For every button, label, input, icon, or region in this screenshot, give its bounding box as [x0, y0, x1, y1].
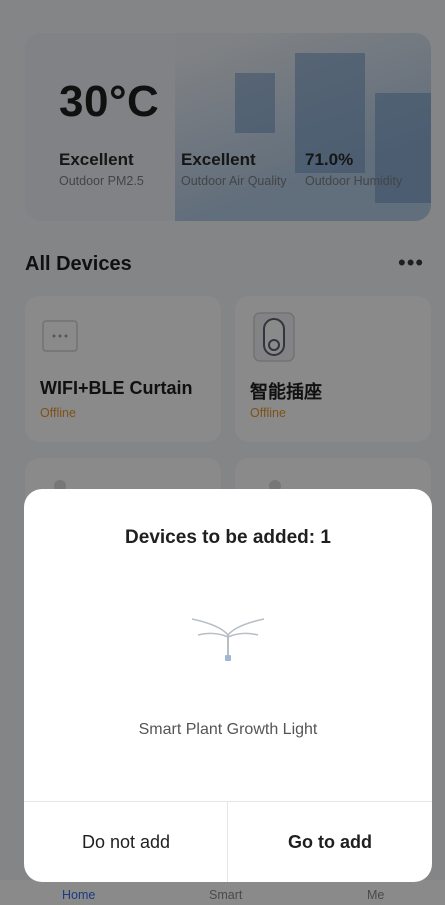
go-to-add-button[interactable]: Go to add	[228, 802, 432, 882]
device-name-label: Smart Plant Growth Light	[138, 721, 318, 738]
do-not-add-button[interactable]: Do not add	[24, 802, 228, 882]
dialog-title: Devices to be added: 1	[125, 527, 331, 548]
add-devices-dialog: Devices to be added: 1 Smart Plant Growt…	[24, 489, 432, 882]
plant-growth-light-icon	[191, 618, 265, 661]
